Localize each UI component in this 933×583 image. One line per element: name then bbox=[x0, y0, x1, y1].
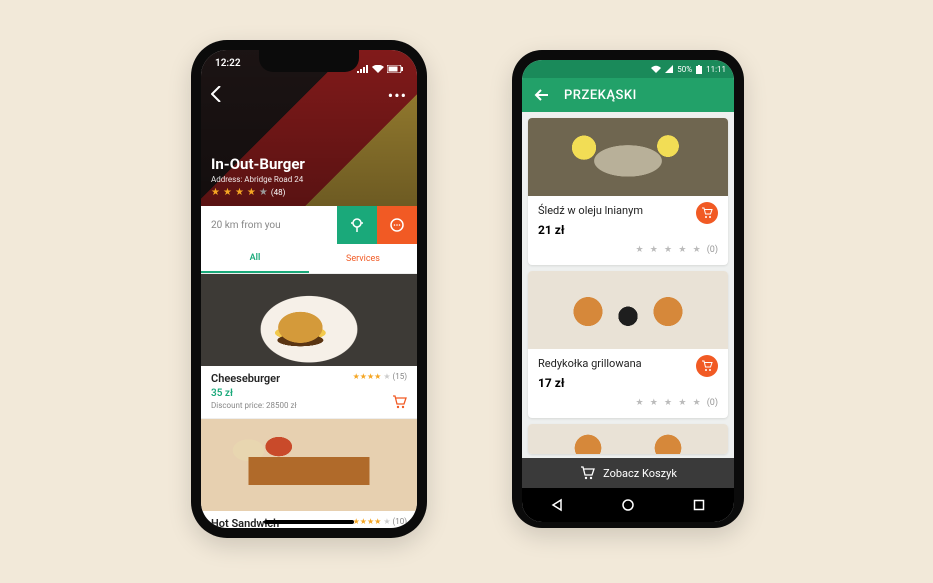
android-screen: 50% 11:11 PRZEKĄSKI Śledź w oleju lniany… bbox=[522, 60, 734, 522]
action-row: 20 km from you bbox=[201, 206, 417, 244]
product-discount: Discount price: 28500 zł bbox=[211, 401, 407, 410]
restaurant-info: In-Out-Burger Address: Abridge Road 24 ★… bbox=[211, 155, 407, 198]
product-card[interactable]: Hot Sandwich ★★★★★ (10) 28 zł Discount p… bbox=[201, 419, 417, 528]
product-list[interactable]: Śledź w oleju lnianym 21 zł ★ ★ ★ ★ ★ (0)… bbox=[522, 112, 734, 458]
distance-label: 20 km from you bbox=[211, 220, 281, 231]
cart-icon bbox=[701, 207, 713, 219]
arrow-left-icon bbox=[534, 87, 550, 103]
product-card[interactable]: Redykołka grillowana 17 zł ★ ★ ★ ★ ★ (0) bbox=[528, 271, 728, 418]
star-icon: ★★★★ bbox=[353, 372, 382, 381]
restaurant-title: In-Out-Burger bbox=[211, 155, 407, 173]
product-card[interactable]: Cheeseburger ★★★★★ (15) 35 zł Discount p… bbox=[201, 274, 417, 419]
iphone-frame: 12:22 ••• In-Out-Burger Address: Abridge… bbox=[191, 40, 427, 538]
star-icon: ★ bbox=[247, 187, 256, 198]
product-name: Śledź w oleju lnianym bbox=[538, 204, 718, 217]
product-price: 17 zł bbox=[538, 376, 718, 390]
android-status-bar: 50% 11:11 bbox=[522, 60, 734, 78]
chevron-left-icon bbox=[211, 86, 221, 102]
location-button[interactable] bbox=[337, 206, 377, 244]
view-cart-label: Zobacz Koszyk bbox=[603, 467, 677, 480]
distance-field[interactable]: 20 km from you bbox=[201, 206, 337, 244]
circle-home-icon bbox=[621, 498, 635, 512]
add-to-cart-button[interactable] bbox=[391, 394, 407, 410]
chat-button[interactable] bbox=[377, 206, 417, 244]
back-button[interactable] bbox=[211, 86, 221, 102]
android-frame: 50% 11:11 PRZEKĄSKI Śledź w oleju lniany… bbox=[512, 50, 744, 528]
product-image bbox=[528, 271, 728, 349]
star-icon: ★ bbox=[383, 517, 390, 526]
star-icon: ★★★★ bbox=[353, 517, 382, 526]
product-price: 21 zł bbox=[538, 223, 718, 237]
android-time: 11:11 bbox=[706, 65, 726, 74]
tab-services[interactable]: Services bbox=[309, 244, 417, 273]
product-image bbox=[201, 419, 417, 511]
product-price: 35 zł bbox=[211, 388, 407, 399]
square-recents-icon bbox=[692, 498, 706, 512]
iphone-notch bbox=[259, 50, 359, 72]
nav-home-button[interactable] bbox=[620, 497, 636, 513]
cart-icon bbox=[579, 465, 595, 481]
product-rating: ★ ★ ★ ★ ★ (0) bbox=[538, 398, 718, 408]
battery-icon bbox=[387, 65, 403, 73]
product-name: Redykołka grillowana bbox=[538, 357, 718, 370]
product-image bbox=[528, 118, 728, 196]
android-appbar: PRZEKĄSKI bbox=[522, 78, 734, 112]
signal-icon bbox=[357, 65, 369, 73]
add-to-cart-button[interactable] bbox=[696, 202, 718, 224]
star-icon: ★ bbox=[235, 187, 244, 198]
rating-count: (10) bbox=[392, 517, 407, 526]
product-image bbox=[201, 274, 417, 366]
product-image bbox=[528, 424, 728, 454]
nav-back-button[interactable] bbox=[549, 497, 565, 513]
product-list[interactable]: Cheeseburger ★★★★★ (15) 35 zł Discount p… bbox=[201, 274, 417, 528]
rating-count: (48) bbox=[271, 188, 286, 197]
android-nav-bar bbox=[522, 488, 734, 522]
product-rating: ★★★★★ (15) bbox=[353, 372, 407, 381]
cart-icon bbox=[701, 360, 713, 372]
product-rating: ★★★★★ (10) bbox=[353, 517, 407, 526]
battery-pct: 50% bbox=[677, 65, 692, 74]
add-to-cart-button[interactable] bbox=[696, 355, 718, 377]
rating-count: (0) bbox=[707, 245, 718, 255]
product-card[interactable]: Śledź w oleju lnianym 21 zł ★ ★ ★ ★ ★ (0) bbox=[528, 118, 728, 265]
back-button[interactable] bbox=[534, 87, 550, 103]
ios-status-icons bbox=[357, 58, 403, 80]
view-cart-bar[interactable]: Zobacz Koszyk bbox=[522, 458, 734, 488]
wifi-icon bbox=[372, 65, 384, 73]
chat-icon bbox=[389, 217, 405, 233]
restaurant-address: Address: Abridge Road 24 bbox=[211, 175, 407, 184]
restaurant-rating: ★ ★ ★ ★ ★ (48) bbox=[211, 187, 407, 198]
product-card[interactable] bbox=[528, 424, 728, 454]
signal-icon bbox=[665, 65, 673, 73]
appbar-title: PRZEKĄSKI bbox=[564, 88, 637, 103]
triangle-back-icon bbox=[550, 498, 564, 512]
category-tabs: All Services bbox=[201, 244, 417, 274]
home-indicator[interactable] bbox=[264, 520, 354, 524]
iphone-screen: 12:22 ••• In-Out-Burger Address: Abridge… bbox=[201, 50, 417, 528]
star-icon: ★ bbox=[223, 187, 232, 198]
tab-label: All bbox=[250, 253, 261, 263]
star-icon: ★ bbox=[259, 187, 268, 198]
star-icon: ★ bbox=[383, 372, 390, 381]
rating-count: (0) bbox=[707, 398, 718, 408]
tab-all[interactable]: All bbox=[201, 244, 309, 273]
tab-label: Services bbox=[346, 254, 380, 264]
rating-count: (15) bbox=[392, 372, 407, 381]
more-button[interactable]: ••• bbox=[388, 86, 407, 105]
ios-time: 12:22 bbox=[215, 58, 241, 80]
star-icon: ★ bbox=[211, 187, 220, 198]
wifi-icon bbox=[651, 65, 661, 73]
map-pin-icon bbox=[349, 217, 365, 233]
battery-icon bbox=[696, 65, 702, 74]
cart-icon bbox=[391, 394, 407, 410]
star-icon: ★ ★ ★ ★ ★ bbox=[635, 398, 702, 408]
nav-recents-button[interactable] bbox=[691, 497, 707, 513]
product-rating: ★ ★ ★ ★ ★ (0) bbox=[538, 245, 718, 255]
star-icon: ★ ★ ★ ★ ★ bbox=[635, 245, 702, 255]
